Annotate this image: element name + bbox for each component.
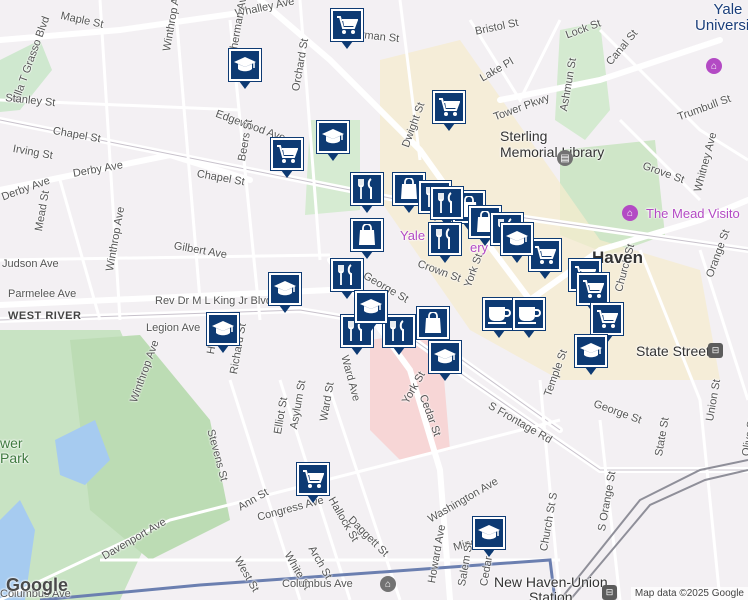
shopping-cart-icon (273, 140, 301, 168)
google-logo: Google (6, 575, 68, 595)
food-marker[interactable] (428, 222, 464, 266)
cart-marker[interactable] (296, 462, 332, 506)
poi-yale-gallery[interactable]: Yale (400, 228, 425, 243)
school-marker[interactable] (472, 516, 508, 560)
poi-union-station[interactable]: New Haven-Union Station (494, 575, 608, 600)
school-marker[interactable] (316, 120, 352, 164)
library-icon: ▤ (557, 150, 573, 166)
graduation-cap-icon (357, 293, 385, 321)
fork-knife-icon (353, 175, 381, 203)
graduation-cap-icon (577, 337, 605, 365)
school-marker[interactable] (206, 312, 242, 356)
graduation-cap-icon (431, 343, 459, 371)
street-label: Judson Ave (2, 258, 59, 270)
graduation-cap-icon (231, 51, 259, 79)
museum-icon: ⌂ (706, 58, 722, 74)
cafe-marker[interactable] (512, 297, 548, 341)
graduation-cap-icon (475, 519, 503, 547)
food-marker[interactable] (350, 172, 386, 216)
cart-marker[interactable] (432, 90, 468, 134)
fork-knife-icon (433, 189, 461, 217)
shopping-cart-icon (579, 275, 607, 303)
map-view[interactable]: Maple St Whalley Ave Sherman Ave Winthrop A… (0, 0, 748, 600)
shop-marker[interactable] (350, 218, 386, 262)
school-marker[interactable] (428, 340, 464, 384)
school-marker[interactable] (354, 290, 390, 334)
fork-knife-icon (431, 225, 459, 253)
street-label: Columbus Ave (282, 578, 353, 590)
shopping-cart-icon (593, 305, 621, 333)
map-attribution[interactable]: Map data ©2025 Google (630, 587, 748, 600)
coffee-cup-icon (515, 300, 543, 328)
cart-marker[interactable] (330, 8, 366, 52)
shopping-cart-icon (299, 465, 327, 493)
school-marker[interactable] (228, 48, 264, 92)
fork-knife-icon (333, 261, 361, 289)
museum-icon: ⌂ (380, 576, 396, 592)
poi-yale-university[interactable]: Yale University (695, 2, 748, 34)
train-station-icon: ⊟ (602, 585, 617, 600)
graduation-cap-icon (271, 275, 299, 303)
street-label: Parmelee Ave (8, 288, 77, 300)
street-label: Legion Ave (146, 322, 201, 334)
museum-icon: ⌂ (622, 205, 638, 221)
neighborhood-west-river: WEST RIVER (8, 310, 82, 322)
street-label: Rev Dr M L King Jr Blvd (155, 295, 272, 307)
poi-park[interactable]: wer Park (0, 436, 29, 466)
poi-mead-visitor[interactable]: The Mead Visito (646, 206, 740, 221)
train-station-icon: ⊟ (708, 343, 723, 358)
shopping-cart-icon (333, 11, 361, 39)
graduation-cap-icon (209, 315, 237, 343)
coffee-cup-icon (485, 300, 513, 328)
cart-marker[interactable] (270, 137, 306, 181)
shopping-cart-icon (435, 93, 463, 121)
graduation-cap-icon (503, 225, 531, 253)
graduation-cap-icon (319, 123, 347, 151)
school-marker[interactable] (574, 334, 610, 378)
shopping-bag-icon (419, 309, 447, 337)
poi-sterling-library[interactable]: Sterling Memorial Library (500, 128, 604, 160)
shopping-bag-icon (353, 221, 381, 249)
poi-state-street[interactable]: State Street (636, 343, 710, 359)
school-marker[interactable] (268, 272, 304, 316)
school-marker[interactable] (500, 222, 536, 266)
